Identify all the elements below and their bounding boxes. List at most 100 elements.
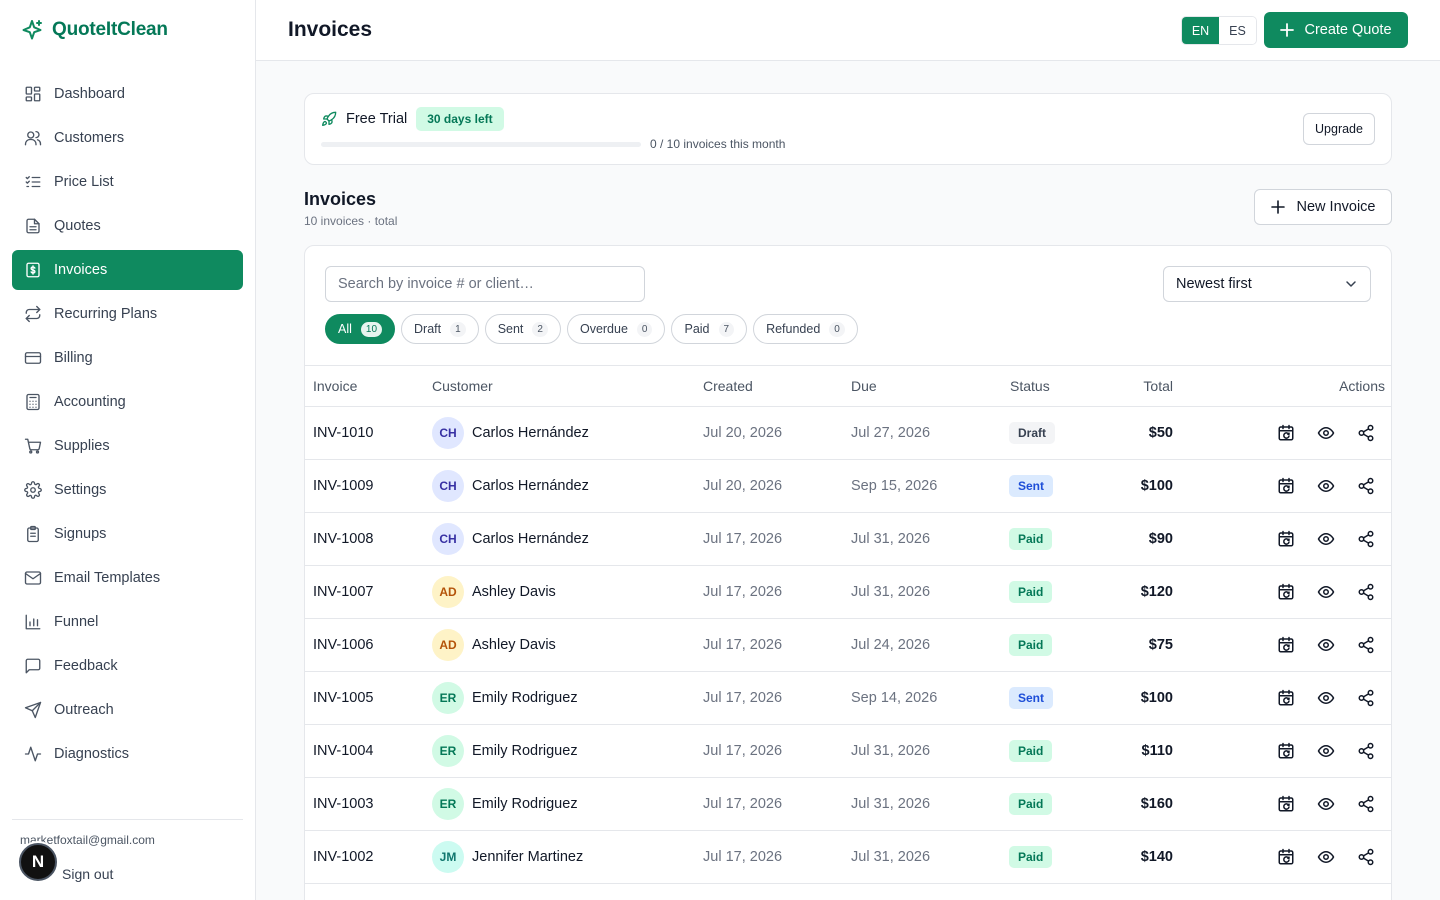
- table-row[interactable]: INV-1004 ER Emily Rodriguez Jul 17, 2026 Jul…: [305, 725, 1391, 778]
- free-trial-card: Free Trial 30 days left 0 / 10 invoices …: [304, 93, 1392, 165]
- plus-icon: [1280, 23, 1295, 37]
- sidebar-item-settings[interactable]: Settings: [12, 470, 243, 510]
- sidebar-item-price-list[interactable]: Price List: [12, 162, 243, 202]
- filter-chip-paid[interactable]: Paid 7: [671, 314, 748, 344]
- filter-chip-sent[interactable]: Sent 2: [484, 314, 561, 344]
- share-icon[interactable]: [1357, 795, 1375, 813]
- sidebar-item-outreach[interactable]: Outreach: [12, 690, 243, 730]
- share-icon[interactable]: [1357, 530, 1375, 548]
- sidebar-item-quotes[interactable]: Quotes: [12, 206, 243, 246]
- filter-label: Overdue: [579, 322, 628, 336]
- invoice-total: $160: [1140, 796, 1173, 812]
- sidebar-item-billing[interactable]: Billing: [12, 338, 243, 378]
- avatar: ER: [432, 735, 464, 767]
- eye-icon[interactable]: [1317, 795, 1335, 813]
- col-invoice[interactable]: Invoice: [313, 378, 357, 394]
- sign-out-link[interactable]: Sign out: [62, 866, 113, 882]
- share-icon[interactable]: [1357, 689, 1375, 707]
- search-input[interactable]: [325, 266, 645, 302]
- brand[interactable]: QuoteItClean: [20, 18, 168, 42]
- new-invoice-button[interactable]: New Invoice: [1254, 189, 1392, 225]
- eye-icon[interactable]: [1317, 477, 1335, 495]
- invoice-number[interactable]: INV-1005: [313, 690, 373, 706]
- created-date: Jul 17, 2026: [703, 849, 783, 865]
- share-icon[interactable]: [1357, 742, 1375, 760]
- sidebar-item-dashboard[interactable]: Dashboard: [12, 74, 243, 114]
- sidebar-item-invoices[interactable]: Invoices: [12, 250, 243, 290]
- lang-es-button[interactable]: ES: [1219, 17, 1256, 44]
- customer-cell: ER Emily Rodriguez: [432, 788, 578, 820]
- filter-chip-refunded[interactable]: Refunded 0: [753, 314, 858, 344]
- calendar-repeat-icon[interactable]: [1277, 742, 1295, 760]
- table-row[interactable]: INV-1006 AD Ashley Davis Jul 17, 2026 Jul 24…: [305, 619, 1391, 672]
- eye-icon[interactable]: [1317, 689, 1335, 707]
- sidebar-item-feedback[interactable]: Feedback: [12, 646, 243, 686]
- filter-chip-all[interactable]: All 10: [325, 314, 396, 344]
- share-icon[interactable]: [1357, 848, 1375, 866]
- share-icon[interactable]: [1357, 477, 1375, 495]
- due-date: Jul 31, 2026: [851, 849, 931, 865]
- lang-en-button[interactable]: EN: [1182, 17, 1219, 44]
- calendar-repeat-icon[interactable]: [1277, 530, 1295, 548]
- filter-chip-overdue[interactable]: Overdue 0: [566, 314, 666, 344]
- customer-cell: CH Carlos Hernández: [432, 470, 589, 502]
- sidebar-item-signups[interactable]: Signups: [12, 514, 243, 554]
- share-icon[interactable]: [1357, 424, 1375, 442]
- create-quote-button[interactable]: Create Quote: [1264, 12, 1408, 48]
- sidebar-item-diagnostics[interactable]: Diagnostics: [12, 734, 243, 774]
- filter-chip-draft[interactable]: Draft 1: [401, 314, 479, 344]
- invoice-number[interactable]: INV-1009: [313, 478, 373, 494]
- table-row[interactable]: INV-1007 AD Ashley Davis Jul 17, 2026 Jul 31…: [305, 566, 1391, 619]
- eye-icon[interactable]: [1317, 742, 1335, 760]
- share-icon[interactable]: [1357, 583, 1375, 601]
- table-row[interactable]: INV-1009 CH Carlos Hernández Jul 20, 2026 Se…: [305, 460, 1391, 513]
- table-row[interactable]: INV-1002 JM Jennifer Martinez Jul 17, 2026 J…: [305, 831, 1391, 884]
- calendar-repeat-icon[interactable]: [1277, 424, 1295, 442]
- user-avatar[interactable]: N: [19, 843, 57, 881]
- sort-select[interactable]: Newest first: [1163, 266, 1371, 302]
- invoice-number[interactable]: INV-1006: [313, 637, 373, 653]
- calendar-repeat-icon[interactable]: [1277, 689, 1295, 707]
- calendar-repeat-icon[interactable]: [1277, 636, 1295, 654]
- share-icon[interactable]: [1357, 636, 1375, 654]
- invoice-number[interactable]: INV-1003: [313, 796, 373, 812]
- upgrade-button[interactable]: Upgrade: [1303, 113, 1375, 145]
- table-row[interactable]: INV-1010 CH Carlos Hernández Jul 20, 2026 Ju…: [305, 407, 1391, 460]
- section-title: Invoices: [304, 189, 377, 209]
- created-date: Jul 17, 2026: [703, 531, 783, 547]
- table-row[interactable]: INV-1005 ER Emily Rodriguez Jul 17, 2026 Sep…: [305, 672, 1391, 725]
- customer-name: Carlos Hernández: [472, 531, 589, 547]
- invoice-number[interactable]: INV-1008: [313, 531, 373, 547]
- eye-icon[interactable]: [1317, 636, 1335, 654]
- eye-icon[interactable]: [1317, 424, 1335, 442]
- col-customer[interactable]: Customer: [432, 378, 493, 394]
- table-row[interactable]: INV-1008 CH Carlos Hernández Jul 17, 2026 Ju…: [305, 513, 1391, 566]
- sidebar-item-customers[interactable]: Customers: [12, 118, 243, 158]
- invoice-number[interactable]: INV-1002: [313, 849, 373, 865]
- sidebar-item-accounting[interactable]: Accounting: [12, 382, 243, 422]
- invoice-total: $110: [1141, 743, 1173, 759]
- eye-icon[interactable]: [1317, 530, 1335, 548]
- eye-icon[interactable]: [1317, 848, 1335, 866]
- sidebar-item-recurring-plans[interactable]: Recurring Plans: [12, 294, 243, 334]
- invoice-number[interactable]: INV-1007: [313, 584, 373, 600]
- due-date: Sep 15, 2026: [851, 478, 938, 494]
- calendar-repeat-icon[interactable]: [1277, 583, 1295, 601]
- eye-icon[interactable]: [1317, 583, 1335, 601]
- usage-text: 0 / 10 invoices this month: [650, 137, 786, 151]
- col-due[interactable]: Due: [851, 378, 877, 394]
- col-created[interactable]: Created: [703, 378, 753, 394]
- calendar-repeat-icon[interactable]: [1277, 795, 1295, 813]
- calendar-repeat-icon[interactable]: [1277, 477, 1295, 495]
- col-total[interactable]: Total: [1143, 378, 1173, 394]
- calendar-repeat-icon[interactable]: [1277, 848, 1295, 866]
- sidebar-item-email-templates[interactable]: Email Templates: [12, 558, 243, 598]
- sidebar-item-funnel[interactable]: Funnel: [12, 602, 243, 642]
- table-row[interactable]: INV-1003 ER Emily Rodriguez Jul 17, 2026 Jul…: [305, 778, 1391, 831]
- col-status[interactable]: Status: [1010, 378, 1050, 394]
- invoice-number[interactable]: INV-1010: [313, 425, 373, 441]
- sidebar-item-supplies[interactable]: Supplies: [12, 426, 243, 466]
- invoice-number[interactable]: INV-1004: [313, 743, 373, 759]
- avatar: AD: [432, 576, 464, 608]
- table-body: INV-1010 CH Carlos Hernández Jul 20, 2026 Ju…: [305, 407, 1391, 884]
